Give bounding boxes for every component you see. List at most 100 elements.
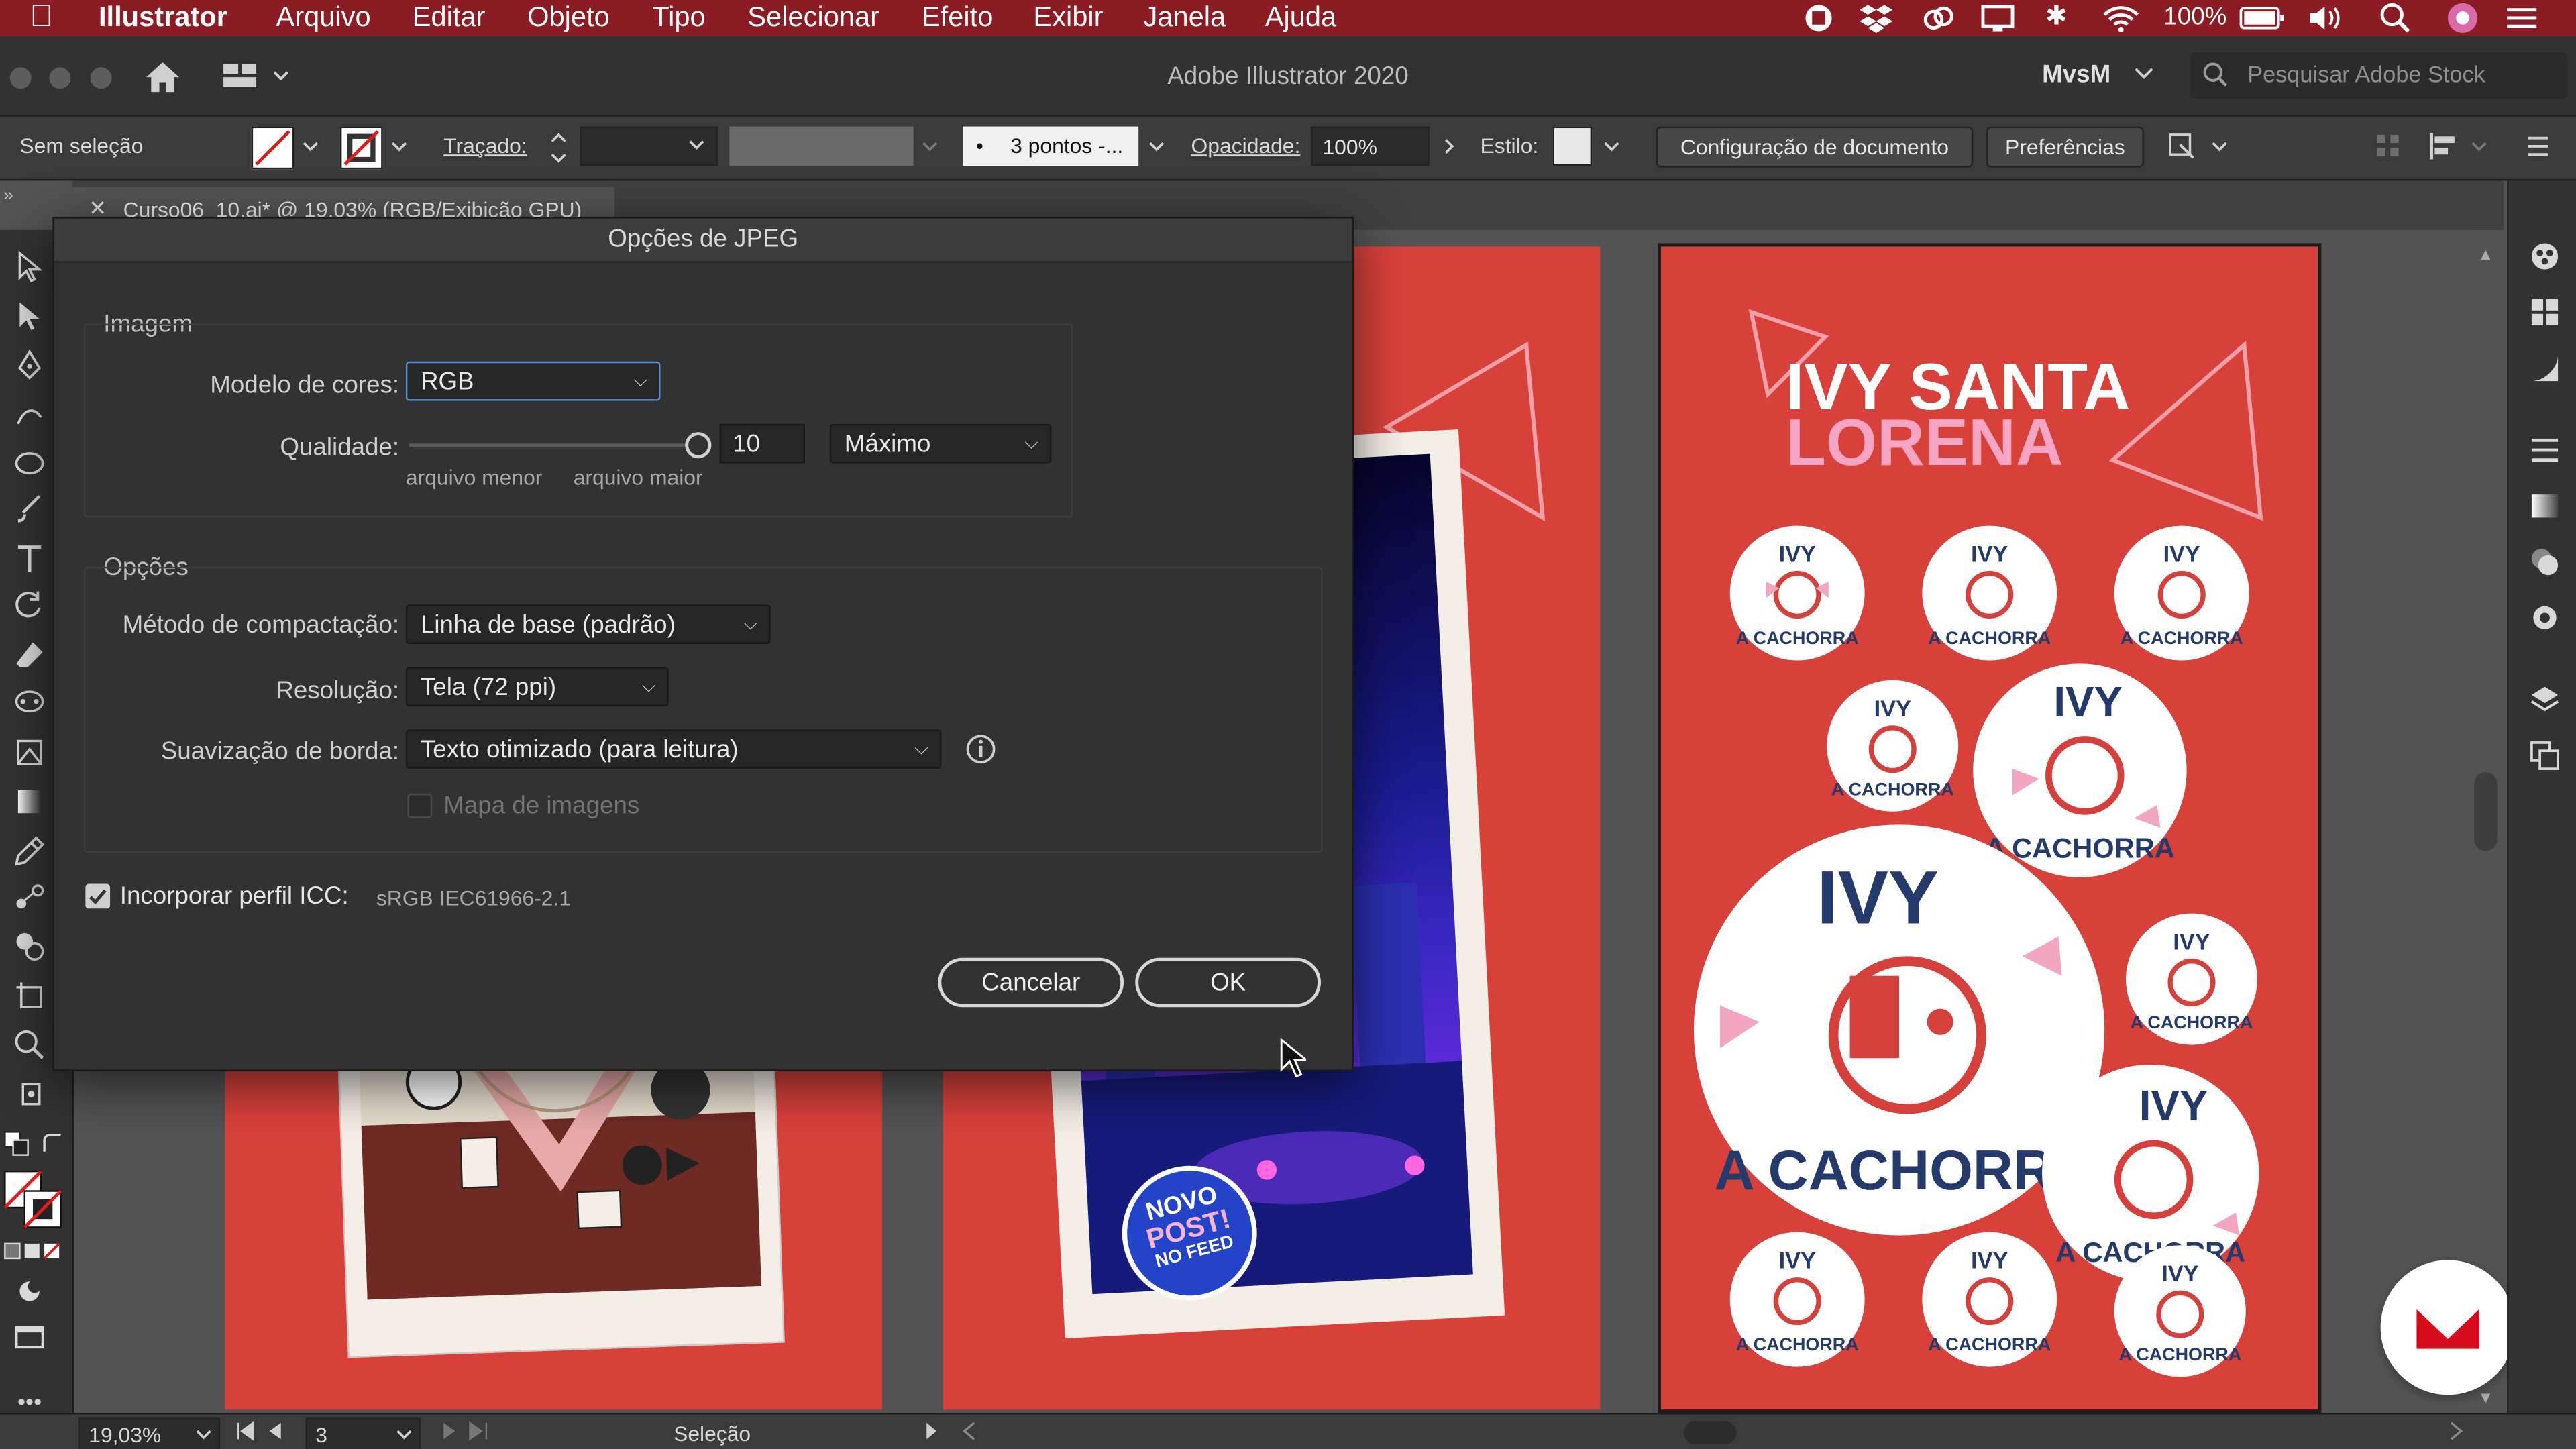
quality-slider-track[interactable]: [409, 443, 698, 447]
color-model-label: Modelo de cores:: [210, 371, 400, 400]
free-transform-tool-icon[interactable]: [11, 736, 48, 772]
rotate-tool-icon[interactable]: [11, 588, 48, 625]
preferences-button[interactable]: Preferências: [1986, 126, 2144, 168]
quality-preset-select[interactable]: Máximo ⌵: [829, 423, 1052, 464]
zoom-field[interactable]: 19,03%: [78, 1417, 221, 1449]
menu-arquivo[interactable]: Arquivo: [276, 0, 370, 36]
chevron-down-icon: ⌵: [641, 676, 656, 697]
first-artboard-icon[interactable]: [235, 1419, 284, 1448]
color-guide-icon[interactable]: [2528, 240, 2561, 273]
artboard-tool-icon[interactable]: [11, 979, 48, 1016]
fill-stroke-mini-icon[interactable]: [3, 1130, 30, 1165]
zoom-tool-icon[interactable]: [11, 1028, 48, 1065]
compression-select[interactable]: Linha de base (padrão) ⌵: [405, 604, 771, 645]
stroke-weight-field[interactable]: [580, 126, 718, 166]
chevron-down-icon[interactable]: [1146, 136, 1166, 161]
gradient-tool-icon[interactable]: [11, 786, 48, 822]
horizontal-scrollbar-thumb[interactable]: [1684, 1421, 1737, 1444]
opacity-label[interactable]: Opacidade:: [1191, 133, 1301, 158]
chevron-down-icon[interactable]: [2133, 62, 2155, 94]
align-grid-icon[interactable]: [2375, 131, 2402, 166]
chevron-down-icon[interactable]: [1602, 136, 1621, 161]
menu-editar[interactable]: Editar: [413, 0, 486, 36]
chevron-down-icon[interactable]: [389, 136, 409, 161]
variable-width-profile[interactable]: [729, 126, 914, 166]
pen-tool-icon[interactable]: [11, 348, 48, 384]
edit-toolbar-icon[interactable]: [11, 1075, 48, 1111]
properties-icon[interactable]: [2528, 434, 2561, 467]
workspace-switcher[interactable]: MvsM: [2042, 61, 2110, 89]
fill-swatch[interactable]: [251, 126, 294, 170]
collapse-left-icon[interactable]: »: [3, 186, 13, 205]
graphic-style-swatch[interactable]: [1552, 126, 1593, 166]
eyedropper-tool-icon[interactable]: [11, 835, 48, 871]
apple-menu-icon[interactable]: : [30, 0, 53, 36]
opacity-field[interactable]: 100%: [1311, 126, 1430, 166]
scroll-left-icon[interactable]: [961, 1421, 977, 1446]
artboard-3[interactable]: IVY SANTA LORENA IVY A CACHORRA IVY A CACH…: [1658, 243, 2322, 1413]
cancel-button[interactable]: Cancelar: [938, 957, 1124, 1008]
puppet-warp-tool-icon[interactable]: [11, 687, 48, 723]
brush-definition[interactable]: • 3 pontos -...: [963, 126, 1139, 166]
next-artboard-icon[interactable]: [437, 1419, 492, 1448]
stroke-swatch[interactable]: [339, 126, 383, 170]
scroll-up-icon[interactable]: ▲: [2477, 246, 2493, 264]
quality-slider-thumb[interactable]: [685, 432, 712, 459]
direct-selection-tool-icon[interactable]: [11, 299, 48, 335]
stroke-label[interactable]: Traçado:: [443, 133, 527, 158]
swap-fill-stroke-icon[interactable]: [40, 1130, 66, 1165]
brushes-icon[interactable]: [2528, 352, 2561, 384]
swatches-icon[interactable]: [2528, 296, 2561, 329]
menu-ajuda[interactable]: Ajuda: [1265, 0, 1336, 36]
artboard-number-field[interactable]: 3: [305, 1417, 421, 1449]
menu-selecionar[interactable]: Selecionar: [747, 0, 879, 36]
app-menu[interactable]: Illustrator: [99, 0, 227, 36]
chevron-right-icon[interactable]: [1439, 136, 1458, 161]
eraser-tool-icon[interactable]: [11, 637, 48, 674]
resolution-select[interactable]: Tela (72 ppi) ⌵: [405, 667, 669, 707]
artboards-panel-icon[interactable]: [2528, 739, 2561, 772]
color-mode-icons[interactable]: [3, 1240, 62, 1270]
menu-efeito[interactable]: Efeito: [922, 0, 993, 36]
shape-builder-tool-icon[interactable]: [11, 930, 48, 966]
menu-janela[interactable]: Janela: [1144, 0, 1226, 36]
blend-tool-icon[interactable]: [11, 881, 48, 917]
color-model-select[interactable]: RGB ⌵: [405, 361, 661, 401]
ok-button[interactable]: OK: [1135, 957, 1321, 1008]
appearance-icon[interactable]: [2528, 601, 2561, 634]
draw-mode-icon[interactable]: [11, 1275, 48, 1311]
curvature-tool-icon[interactable]: [11, 398, 48, 434]
chevron-down-icon[interactable]: [2469, 136, 2489, 161]
panel-menu-icon[interactable]: [2525, 133, 2551, 164]
layers-icon[interactable]: [2528, 684, 2561, 716]
status-menu-icon[interactable]: [923, 1421, 939, 1446]
gradient-panel-icon[interactable]: [2528, 490, 2561, 523]
screen-mode-icon[interactable]: [11, 1321, 48, 1357]
menu-objeto[interactable]: Objeto: [527, 0, 610, 36]
chevron-down-icon[interactable]: [920, 136, 939, 161]
menu-tipo[interactable]: Tipo: [652, 0, 705, 36]
icc-checkbox[interactable]: [85, 883, 111, 909]
paintbrush-tool-icon[interactable]: [11, 493, 48, 529]
vertical-scrollbar-thumb[interactable]: [2474, 772, 2498, 851]
info-icon[interactable]: [965, 733, 998, 773]
ellipse-tool-icon[interactable]: [11, 447, 48, 483]
align-options-icon[interactable]: [2426, 131, 2463, 166]
type-tool-icon[interactable]: [11, 542, 48, 578]
scroll-right-icon[interactable]: [2448, 1421, 2464, 1446]
stroke-weight-stepper-icon[interactable]: [547, 127, 570, 174]
chevron-down-icon[interactable]: [301, 136, 320, 161]
antialias-select[interactable]: Texto otimizado (para leitura) ⌵: [405, 729, 942, 769]
quality-value-field[interactable]: 10: [719, 423, 806, 464]
bluetooth-icon[interactable]: ✱: [2045, 0, 2068, 36]
transparency-icon[interactable]: [2528, 545, 2561, 578]
fill-stroke-swatch-icon[interactable]: [3, 1170, 62, 1237]
selection-tool-icon[interactable]: [11, 250, 48, 286]
select-similar-icon[interactable]: [2165, 129, 2202, 167]
stock-search-field[interactable]: Pesquisar Adobe Stock: [2190, 52, 2568, 99]
document-setup-button[interactable]: Configuração de documento: [1656, 126, 1974, 168]
menu-exibir[interactable]: Exibir: [1033, 0, 1103, 36]
image-map-checkbox[interactable]: [407, 793, 433, 818]
zoom-value: 19,03%: [89, 1422, 162, 1448]
chevron-down-icon[interactable]: [2210, 136, 2229, 161]
